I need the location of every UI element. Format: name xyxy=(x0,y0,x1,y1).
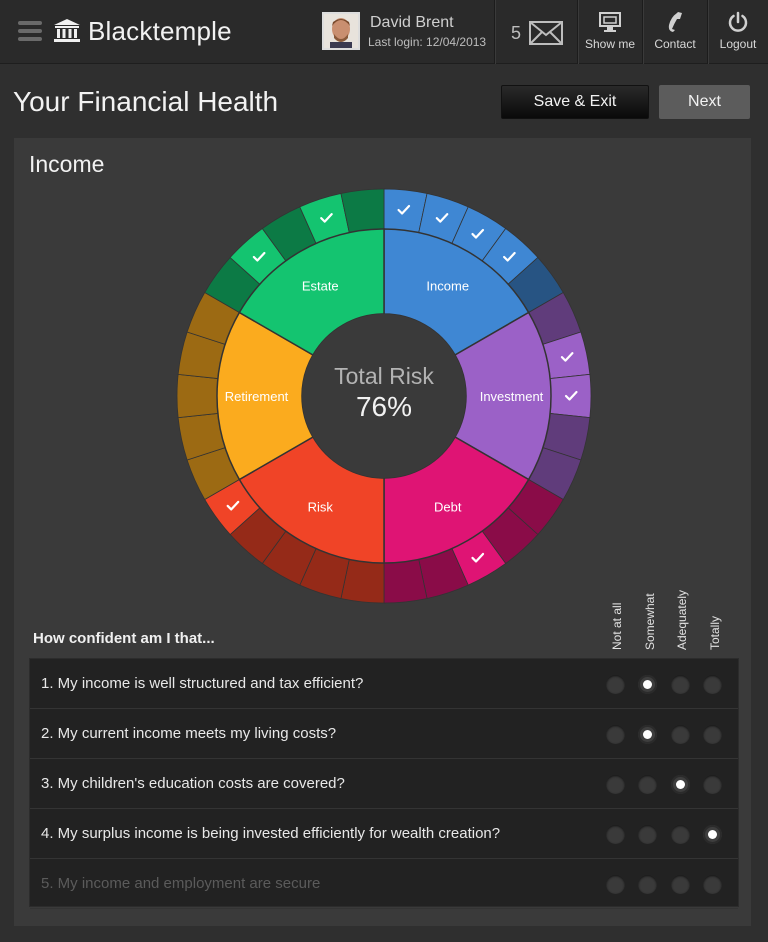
question-text: 2. My current income meets my living cos… xyxy=(41,725,337,742)
envelope-icon xyxy=(529,21,563,45)
save-exit-button[interactable]: Save & Exit xyxy=(501,85,649,119)
questions-table: 1. My income is well structured and tax … xyxy=(29,658,739,909)
radio-adequately[interactable] xyxy=(671,675,690,694)
question-text: 4. My surplus income is being invested e… xyxy=(41,825,501,842)
radio-not-at-all[interactable] xyxy=(606,875,625,894)
questions-heading: How confident am I that... xyxy=(33,630,215,647)
segment-label-retirement: Retirement xyxy=(225,389,289,404)
contact-button[interactable]: Contact xyxy=(643,0,707,64)
radio-totally[interactable] xyxy=(703,875,722,894)
question-row: 4. My surplus income is being invested e… xyxy=(30,809,738,859)
segment-label-debt: Debt xyxy=(434,499,462,514)
avatar xyxy=(322,12,360,50)
income-panel: Income Total Risk 76% Income Investment De… xyxy=(14,138,751,926)
question-text: 5. My income and employment are secure xyxy=(41,875,321,892)
outer-cell-investment[interactable] xyxy=(549,373,592,419)
radio-somewhat[interactable] xyxy=(638,725,657,744)
next-button[interactable]: Next xyxy=(659,85,750,119)
radio-not-at-all[interactable] xyxy=(606,775,625,794)
segment-label-investment: Investment xyxy=(480,389,544,404)
radio-not-at-all[interactable] xyxy=(606,725,625,744)
logout-button[interactable]: Logout xyxy=(708,0,768,64)
segment-label-risk: Risk xyxy=(308,499,334,514)
question-text: 3. My children's education costs are cov… xyxy=(41,775,345,792)
panel-title: Income xyxy=(29,151,105,177)
top-bar: Blacktemple David Brent Last login: 12/0… xyxy=(0,0,768,64)
segment-label-income: Income xyxy=(426,279,469,294)
question-row: 5. My income and employment are secure xyxy=(30,859,738,909)
radio-totally[interactable] xyxy=(703,825,722,844)
radio-somewhat[interactable] xyxy=(638,675,657,694)
radio-adequately[interactable] xyxy=(671,775,690,794)
radio-somewhat[interactable] xyxy=(638,825,657,844)
question-row: 1. My income is well structured and tax … xyxy=(30,659,738,709)
option-header-adequately: Adequately xyxy=(675,589,689,650)
radio-adequately[interactable] xyxy=(671,825,690,844)
radio-not-at-all[interactable] xyxy=(606,675,625,694)
radio-totally[interactable] xyxy=(703,675,722,694)
option-header-not-at-all: Not at all xyxy=(610,602,624,650)
phone-icon xyxy=(668,12,682,32)
question-row: 2. My current income meets my living cos… xyxy=(30,709,738,759)
radio-adequately[interactable] xyxy=(671,725,690,744)
last-login: Last login: 12/04/2013 xyxy=(368,35,487,49)
message-count: 5 xyxy=(511,23,522,43)
page-title: Your Financial Health xyxy=(13,86,279,117)
option-header-totally: Totally xyxy=(708,615,722,650)
power-icon xyxy=(728,11,748,32)
radio-not-at-all[interactable] xyxy=(606,825,625,844)
total-risk-value: 76% xyxy=(356,391,412,422)
risk-wheel-chart: Total Risk 76% Income Investment Debt Risk R… xyxy=(176,188,592,604)
user-name: David Brent xyxy=(370,14,454,31)
radio-totally[interactable] xyxy=(703,725,722,744)
question-text: 1. My income is well structured and tax … xyxy=(41,675,364,692)
radio-somewhat[interactable] xyxy=(638,775,657,794)
radio-somewhat[interactable] xyxy=(638,875,657,894)
show-me-label: Show me xyxy=(584,37,636,51)
radio-totally[interactable] xyxy=(703,775,722,794)
monitor-icon xyxy=(599,12,621,32)
show-me-button[interactable]: Show me xyxy=(578,0,642,64)
segment-label-estate: Estate xyxy=(302,279,339,294)
brand-name: Blacktemple xyxy=(88,16,232,46)
bank-icon xyxy=(54,19,80,42)
radio-adequately[interactable] xyxy=(671,875,690,894)
option-header-somewhat: Somewhat xyxy=(643,593,657,650)
logout-label: Logout xyxy=(719,37,757,51)
menu-icon[interactable] xyxy=(18,21,42,41)
header-divider xyxy=(494,0,495,64)
outer-cell-retirement[interactable] xyxy=(176,373,219,419)
total-risk-label: Total Risk xyxy=(334,363,434,389)
contact-label: Contact xyxy=(654,37,696,51)
question-row: 3. My children's education costs are cov… xyxy=(30,759,738,809)
messages-button[interactable]: 5 xyxy=(496,0,576,64)
